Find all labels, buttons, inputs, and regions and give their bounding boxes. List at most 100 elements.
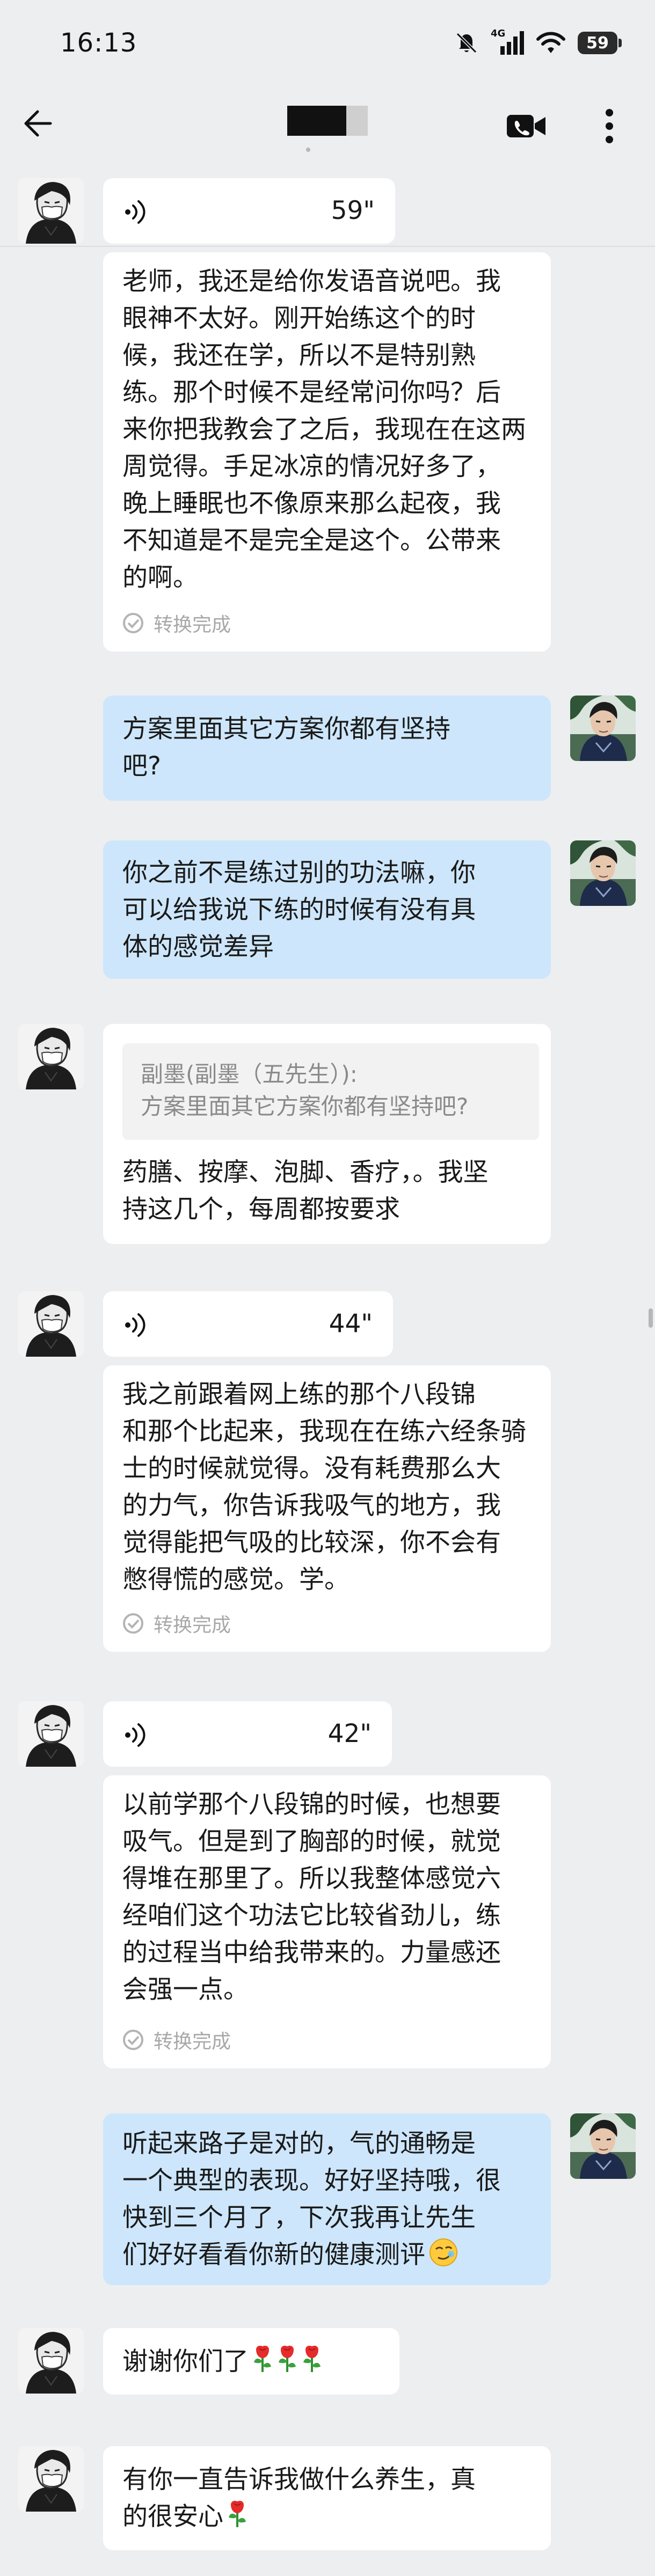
smirk-emoji-icon bbox=[428, 2237, 458, 2267]
contact-avatar[interactable] bbox=[18, 2446, 84, 2512]
message-line-with-emoji: 的很安心 bbox=[122, 2498, 532, 2535]
voice-transcript-bubble[interactable]: 老师，我还是给你发语音说吧。我 眼神不太好。刚开始练这个的时 候，我还在学，所以… bbox=[103, 252, 551, 652]
voice-duration: 44" bbox=[329, 1309, 373, 1338]
contact-avatar[interactable] bbox=[18, 2328, 84, 2394]
contact-message-bubble[interactable]: 谢谢你们了 bbox=[103, 2328, 399, 2395]
transcript-line: 眼神不太好。刚开始练这个的时 bbox=[122, 304, 476, 333]
message-line: 方案里面其它方案你都有坚持 bbox=[122, 714, 450, 744]
contact-avatar[interactable] bbox=[18, 1291, 84, 1357]
voice-wave-icon bbox=[123, 1722, 150, 1748]
title-redaction-side bbox=[346, 106, 368, 136]
rose-emoji-icon bbox=[276, 2344, 298, 2374]
message-line: 可以给我说下练的时候有没有具 bbox=[122, 895, 476, 925]
voice-transcript-bubble[interactable]: 我之前跟着网上练的那个八段锦 和那个比起来，我现在在练六经条骑 士的时候就觉得。… bbox=[103, 1365, 551, 1652]
quote-reply-bubble[interactable]: 副墨(副墨（五先生）): 方案里面其它方案你都有坚持吧? 药膳、按摩、泡脚、香疗… bbox=[103, 1024, 551, 1244]
header-divider bbox=[0, 246, 655, 247]
voice-transcript-text: 老师，我还是给你发语音说吧。我 眼神不太好。刚开始练这个的时 候，我还在学，所以… bbox=[122, 263, 532, 596]
transcript-line: 来你把我教会了之后，我现在在这两 bbox=[122, 415, 526, 444]
transcript-status: 转换完成 bbox=[122, 611, 231, 636]
transcript-line: 的力气，你告诉我吸气的地方，我 bbox=[122, 1491, 501, 1520]
video-call-button[interactable] bbox=[505, 107, 548, 145]
transcript-line: 会强一点。 bbox=[122, 1975, 249, 2004]
title-redaction bbox=[287, 106, 346, 136]
transcript-line: 不知道是不是完全是这个。公带来 bbox=[122, 526, 501, 555]
rose-emoji-icon bbox=[252, 2344, 273, 2374]
reply-text: 药膳、按摩、泡脚、香疗，。我坚 持这几个，每周都按要求 bbox=[122, 1154, 552, 1228]
my-message-bubble[interactable]: 方案里面其它方案你都有坚持 吧? bbox=[103, 696, 551, 801]
contact-message-bubble[interactable]: 有你一直告诉我做什么养生，真 的很安心 bbox=[103, 2446, 551, 2550]
check-circle-icon bbox=[122, 2029, 144, 2051]
contact-avatar-image bbox=[18, 1291, 84, 1357]
transcript-line: 得堆在那里了。所以我整体感觉六 bbox=[122, 1864, 501, 1893]
chat-title bbox=[285, 102, 370, 140]
contact-avatar[interactable] bbox=[18, 1024, 84, 1089]
contact-avatar-image bbox=[18, 1701, 84, 1767]
transcript-line: 士的时候就觉得。没有耗费那么大 bbox=[122, 1454, 501, 1483]
transcript-line: 觉得能把气吸的比较深，你不会有 bbox=[122, 1528, 501, 1557]
signal-bars-icon bbox=[500, 31, 524, 55]
video-call-icon bbox=[507, 115, 545, 137]
chat-scrollbar-thumb[interactable] bbox=[649, 1308, 653, 1328]
message-line: 一个典型的表现。好好坚持哦，很 bbox=[122, 2166, 501, 2196]
mute-bell-icon bbox=[456, 32, 477, 54]
voice-transcript-text: 我之前跟着网上练的那个八段锦 和那个比起来，我现在在练六经条骑 士的时候就觉得。… bbox=[122, 1376, 532, 1598]
voice-duration: 59" bbox=[331, 196, 375, 225]
voice-transcript-text: 以前学那个八段锦的时候，也想要 吸气。但是到了胸部的时候，就觉 得堆在那里了。所… bbox=[122, 1786, 532, 2008]
status-bar: 16:13 4G 59 bbox=[0, 0, 655, 86]
voice-wave-icon bbox=[123, 1312, 150, 1338]
contact-avatar-image bbox=[18, 178, 84, 244]
more-vertical-icon bbox=[606, 109, 613, 143]
my-message-bubble[interactable]: 听起来路子是对的，气的通畅是 一个典型的表现。好好坚持哦，很 快到三个月了，下次… bbox=[103, 2113, 551, 2285]
voice-message-bubble[interactable]: 44" bbox=[103, 1291, 393, 1357]
rose-emoji-icon bbox=[301, 2344, 323, 2374]
contact-avatar[interactable] bbox=[18, 178, 84, 244]
message-line: 药膳、按摩、泡脚、香疗，。我坚 bbox=[122, 1158, 489, 1187]
quoted-text: 方案里面其它方案你都有坚持吧? bbox=[141, 1093, 469, 1119]
contact-avatar-image bbox=[18, 2446, 84, 2512]
check-circle-icon bbox=[122, 1613, 144, 1634]
more-options-button[interactable] bbox=[585, 102, 634, 150]
transcript-line: 练。那个时候不是经常问你吗？后 bbox=[122, 378, 501, 407]
transcript-status: 转换完成 bbox=[122, 1611, 231, 1636]
message-line: 们好好看看你新的健康测评 bbox=[122, 2240, 425, 2270]
transcript-status-label: 转换完成 bbox=[154, 614, 231, 636]
message-line-with-emoji: 们好好看看你新的健康测评 bbox=[122, 2236, 532, 2273]
message-line: 听起来路子是对的，气的通畅是 bbox=[122, 2129, 476, 2158]
contact-avatar[interactable] bbox=[18, 1701, 84, 1767]
voice-message-bubble[interactable]: 59" bbox=[103, 178, 395, 244]
message-line: 体的感觉差异 bbox=[122, 932, 274, 962]
contact-avatar-image bbox=[18, 2328, 84, 2394]
message-line: 持这几个，每周都按要求 bbox=[122, 1195, 400, 1224]
transcript-line: 我之前跟着网上练的那个八段锦 bbox=[122, 1380, 476, 1409]
voice-transcript-bubble[interactable]: 以前学那个八段锦的时候，也想要 吸气。但是到了胸部的时候，就觉 得堆在那里了。所… bbox=[103, 1775, 551, 2068]
quoted-message[interactable]: 副墨(副墨（五先生）): 方案里面其它方案你都有坚持吧? bbox=[122, 1043, 539, 1140]
my-avatar-image bbox=[570, 840, 636, 906]
my-message-bubble[interactable]: 你之前不是练过别的功法嘛，你 可以给我说下练的时候有没有具 体的感觉差异 bbox=[103, 840, 551, 979]
message-line-with-emoji: 谢谢你们了 bbox=[122, 2343, 380, 2380]
my-avatar[interactable] bbox=[570, 840, 636, 906]
voice-message-bubble[interactable]: 42" bbox=[103, 1701, 392, 1767]
my-avatar[interactable] bbox=[570, 696, 636, 761]
transcript-status-label: 转换完成 bbox=[154, 1614, 231, 1636]
transcript-line: 吸气。但是到了胸部的时候，就觉 bbox=[122, 1827, 501, 1856]
message-line: 吧? bbox=[122, 751, 161, 781]
transcript-line: 候，我还在学，所以不是特别熟 bbox=[122, 341, 476, 370]
check-circle-icon bbox=[122, 612, 144, 634]
voice-wave-icon bbox=[123, 199, 150, 225]
my-avatar[interactable] bbox=[570, 2113, 636, 2179]
back-arrow-icon bbox=[24, 110, 52, 137]
message-line: 快到三个月了，下次我再让先生 bbox=[122, 2203, 476, 2233]
contact-avatar-image bbox=[18, 1024, 84, 1089]
back-button[interactable] bbox=[16, 102, 59, 145]
transcript-status: 转换完成 bbox=[122, 2028, 231, 2053]
message-line: 你之前不是练过别的功法嘛，你 bbox=[122, 858, 476, 888]
transcript-line: 周觉得。手足冰凉的情况好多了， bbox=[122, 452, 501, 481]
message-line: 有你一直告诉我做什么养生，真 bbox=[122, 2465, 476, 2494]
quoted-author: 副墨(副墨（五先生）): bbox=[141, 1061, 358, 1087]
transcript-line: 的过程当中给我带来的。力量感还 bbox=[122, 1938, 501, 1967]
my-avatar-image bbox=[570, 696, 636, 761]
transcript-line: 经咱们这个功法它比较省劲儿，练 bbox=[122, 1901, 501, 1930]
transcript-line: 憋得慌的感觉。学。 bbox=[122, 1565, 350, 1594]
chat-header bbox=[0, 86, 655, 247]
network-4g-icon: 4G bbox=[491, 28, 524, 56]
